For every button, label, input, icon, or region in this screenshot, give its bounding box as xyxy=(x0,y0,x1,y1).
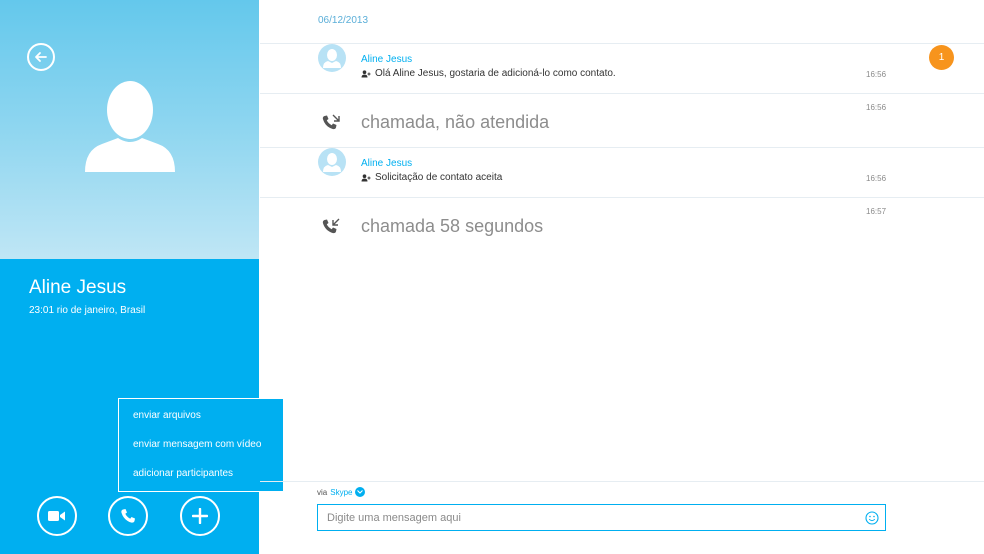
default-avatar-icon xyxy=(85,81,175,172)
message-text: Olá Aline Jesus, gostaria de adicioná-lo… xyxy=(361,68,616,79)
contact-name: Aline Jesus xyxy=(29,277,127,298)
add-contact-icon xyxy=(361,173,371,181)
divider xyxy=(260,93,984,94)
message-time: 16:56 xyxy=(866,174,887,183)
divider xyxy=(260,197,984,198)
message-text-content: Olá Aline Jesus, gostaria de adicioná-lo… xyxy=(375,68,616,79)
via-selector[interactable]: via Skype xyxy=(317,487,366,497)
message-time: 16:56 xyxy=(866,70,887,79)
message-input[interactable] xyxy=(318,505,858,530)
add-options-menu: enviar arquivos enviar mensagem com víde… xyxy=(118,398,284,492)
conversation-date: 06/12/2013 xyxy=(318,15,369,26)
menu-item-send-files[interactable]: enviar arquivos xyxy=(133,410,201,421)
plus-icon xyxy=(192,508,208,524)
message-text: Solicitação de contato aceita xyxy=(361,172,502,183)
message-input-container xyxy=(317,504,886,531)
back-button[interactable] xyxy=(27,43,55,71)
add-button[interactable] xyxy=(180,496,220,536)
phone-icon xyxy=(121,509,135,523)
chevron-down-icon[interactable] xyxy=(355,487,366,497)
missed-call-icon xyxy=(322,114,340,130)
add-contact-icon xyxy=(361,69,371,77)
unread-badge[interactable]: 1 xyxy=(929,45,954,70)
video-call-button[interactable] xyxy=(37,496,77,536)
compose-divider xyxy=(260,481,984,482)
default-avatar-icon xyxy=(323,153,341,172)
call-time: 16:56 xyxy=(866,103,887,112)
divider xyxy=(260,147,984,148)
call-status-text: chamada, não atendida xyxy=(361,112,550,132)
menu-item-send-video-message[interactable]: enviar mensagem com vídeo xyxy=(133,439,261,450)
contact-photo-area xyxy=(0,0,259,259)
message-avatar[interactable] xyxy=(318,44,346,72)
audio-call-button[interactable] xyxy=(108,496,148,536)
via-service[interactable]: Skype xyxy=(330,488,352,497)
message-sender[interactable]: Aline Jesus xyxy=(361,158,412,169)
video-camera-icon xyxy=(48,511,65,521)
message-text-content: Solicitação de contato aceita xyxy=(375,172,503,183)
divider xyxy=(260,43,984,44)
contact-location: 23:01 rio de janeiro, Brasil xyxy=(29,305,146,316)
emoticon-icon[interactable] xyxy=(865,511,879,525)
message-sender[interactable]: Aline Jesus xyxy=(361,54,412,65)
incoming-call-icon xyxy=(322,218,340,234)
call-status-text: chamada 58 segundos xyxy=(361,216,544,236)
via-label: via xyxy=(317,487,328,497)
arrow-left-icon xyxy=(35,52,47,62)
menu-item-add-participants[interactable]: adicionar participantes xyxy=(133,468,233,479)
default-avatar-icon xyxy=(323,49,341,68)
message-avatar[interactable] xyxy=(318,148,346,176)
call-time: 16:57 xyxy=(866,207,887,216)
